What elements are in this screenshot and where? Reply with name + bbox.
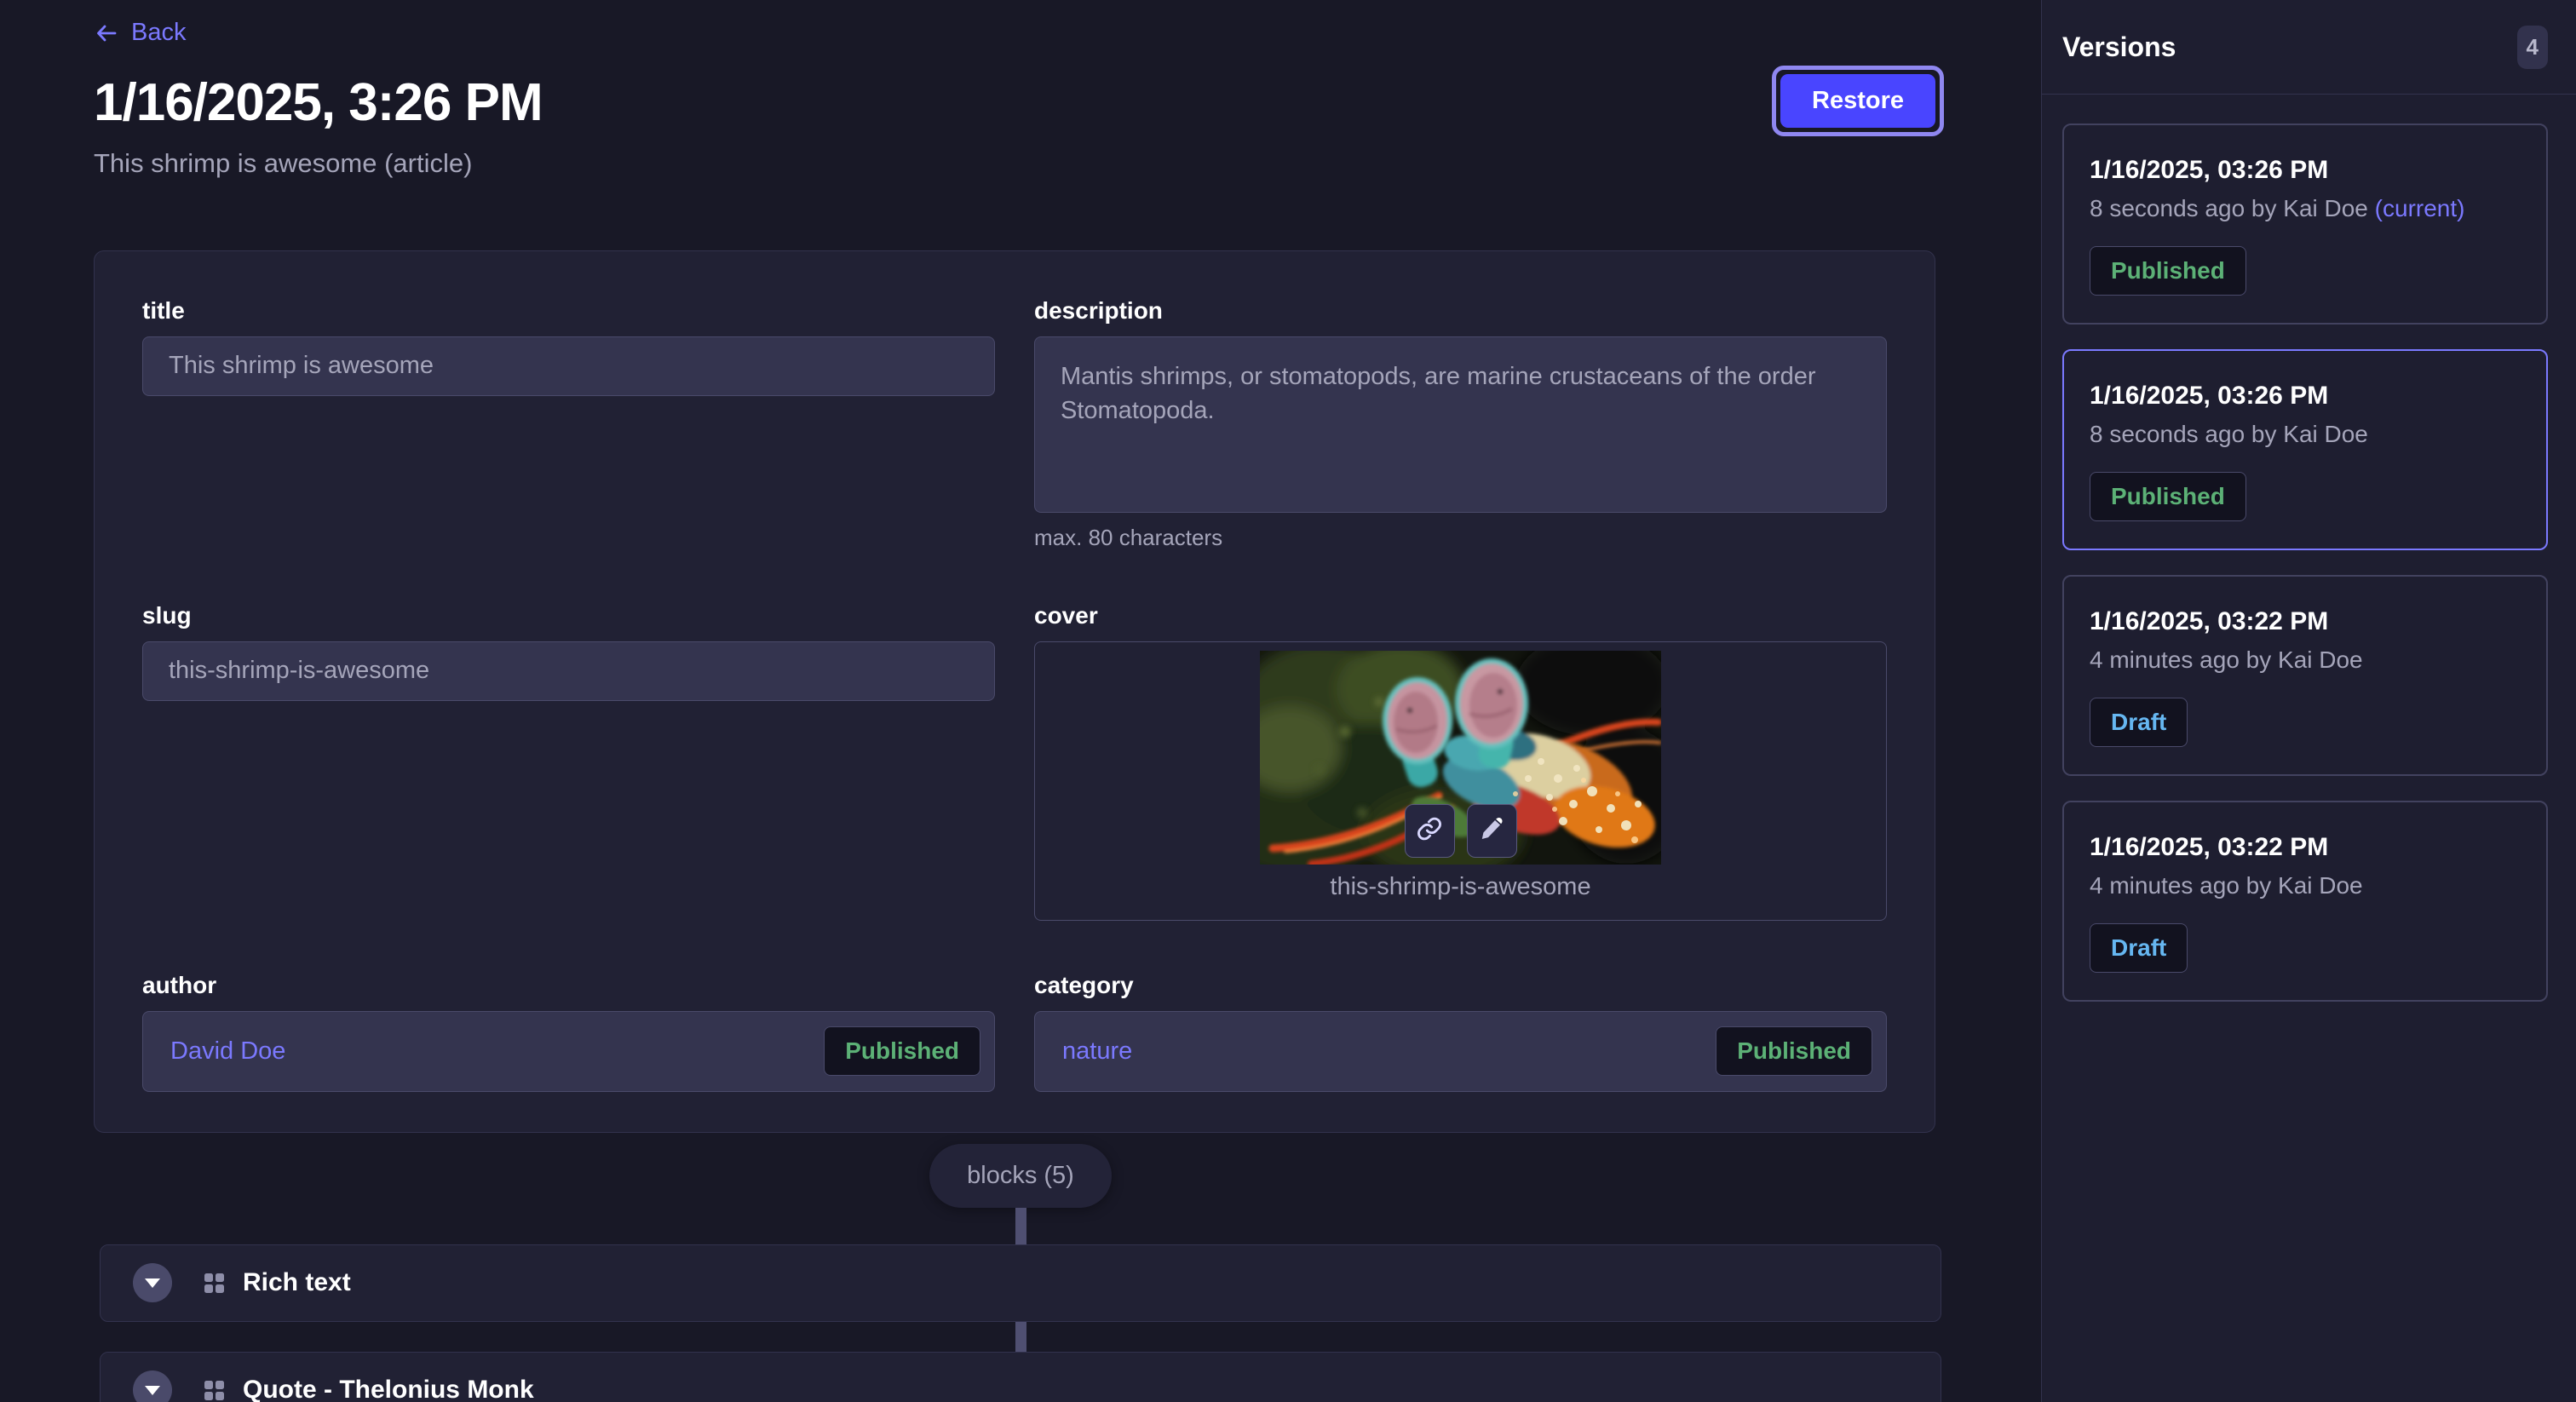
- category-relation-box: nature Published: [1034, 1011, 1887, 1092]
- category-label: category: [1034, 972, 1887, 999]
- block-item-label: Quote - Thelonius Monk: [243, 1376, 534, 1402]
- field-slug: slug this-shrimp-is-awesome: [142, 602, 995, 921]
- description-hint: max. 80 characters: [1034, 525, 1887, 551]
- main-content: Back 1/16/2025, 3:26 PM This shrimp is a…: [0, 0, 2041, 1402]
- cover-media: [1260, 651, 1661, 865]
- versions-sidebar: Versions 4 1/16/2025, 03:26 PM 8 seconds…: [2041, 0, 2576, 1402]
- expand-toggle-button[interactable]: [133, 1370, 172, 1402]
- block-item-label: Rich text: [243, 1268, 351, 1297]
- version-date: 1/16/2025, 03:22 PM: [2090, 833, 2521, 862]
- slug-label: slug: [142, 602, 995, 629]
- version-card[interactable]: 1/16/2025, 03:22 PM 4 minutes ago by Kai…: [2062, 575, 2548, 776]
- restore-button[interactable]: Restore: [1780, 74, 1935, 128]
- back-label[interactable]: Back: [131, 19, 186, 47]
- title-input[interactable]: This shrimp is awesome: [142, 336, 995, 396]
- version-card[interactable]: 1/16/2025, 03:26 PM 8 seconds ago by Kai…: [2062, 124, 2548, 325]
- version-date: 1/16/2025, 03:26 PM: [2090, 382, 2521, 411]
- caret-down-icon: [145, 1386, 160, 1395]
- description-textarea[interactable]: Mantis shrimps, or stomatopods, are mari…: [1034, 336, 1887, 513]
- block-item-rich-text[interactable]: Rich text: [100, 1244, 1941, 1322]
- edit-cover-button[interactable]: [1467, 804, 1517, 858]
- page-title: 1/16/2025, 3:26 PM: [94, 72, 1947, 133]
- blocks-count-pill: blocks (5): [929, 1144, 1112, 1208]
- versions-count-badge: 4: [2517, 26, 2548, 69]
- connector-line: [1015, 1208, 1026, 1244]
- component-grid-icon: [204, 1381, 224, 1400]
- author-status-badge: Published: [824, 1026, 980, 1076]
- version-fields-card: title This shrimp is awesome description…: [94, 250, 1935, 1133]
- block-item-quote[interactable]: Quote - Thelonius Monk: [100, 1352, 1941, 1402]
- component-grid-icon: [204, 1273, 224, 1293]
- blocks-dynamic-zone: blocks (5) Rich text Quote - Thelonius M…: [94, 1144, 1947, 1402]
- copy-link-button[interactable]: [1405, 804, 1455, 858]
- field-title: title This shrimp is awesome: [142, 297, 995, 551]
- cover-box: this-shrimp-is-awesome: [1034, 641, 1887, 921]
- author-relation-box: David Doe Published: [142, 1011, 995, 1092]
- page-subtitle: This shrimp is awesome (article): [94, 148, 1947, 179]
- versions-title: Versions: [2062, 32, 2176, 63]
- back-arrow-icon: [94, 20, 119, 46]
- caret-down-icon: [145, 1278, 160, 1288]
- field-cover: cover: [1034, 602, 1887, 921]
- cover-actions: [1405, 804, 1517, 858]
- category-relation-link[interactable]: nature: [1062, 1037, 1132, 1066]
- version-meta: 4 minutes ago by Kai Doe: [2090, 872, 2521, 899]
- version-status-badge: Draft: [2090, 923, 2188, 973]
- version-status-badge: Published: [2090, 246, 2246, 296]
- slug-input[interactable]: this-shrimp-is-awesome: [142, 641, 995, 701]
- version-status-badge: Published: [2090, 472, 2246, 521]
- title-label: title: [142, 297, 995, 325]
- cover-label: cover: [1034, 602, 1887, 629]
- versions-header: Versions 4: [2042, 0, 2576, 95]
- version-meta: 8 seconds ago by Kai Doe (current): [2090, 195, 2521, 222]
- versions-list: 1/16/2025, 03:26 PM 8 seconds ago by Kai…: [2042, 95, 2576, 1022]
- expand-toggle-button[interactable]: [133, 1263, 172, 1302]
- version-status-badge: Draft: [2090, 698, 2188, 747]
- field-author: author David Doe Published: [142, 972, 995, 1092]
- link-icon: [1416, 815, 1443, 847]
- pencil-icon: [1478, 815, 1505, 847]
- connector-line: [1015, 1322, 1026, 1352]
- back-link[interactable]: Back: [94, 19, 186, 47]
- cover-caption: this-shrimp-is-awesome: [1330, 873, 1590, 901]
- version-card[interactable]: 1/16/2025, 03:22 PM 4 minutes ago by Kai…: [2062, 801, 2548, 1002]
- version-date: 1/16/2025, 03:22 PM: [2090, 607, 2521, 636]
- current-tag: (current): [2375, 195, 2465, 221]
- category-status-badge: Published: [1716, 1026, 1872, 1076]
- field-category: category nature Published: [1034, 972, 1887, 1092]
- version-date: 1/16/2025, 03:26 PM: [2090, 156, 2521, 185]
- version-card-selected[interactable]: 1/16/2025, 03:26 PM 8 seconds ago by Kai…: [2062, 349, 2548, 550]
- description-label: description: [1034, 297, 1887, 325]
- author-relation-link[interactable]: David Doe: [170, 1037, 285, 1066]
- restore-button-focus-ring: Restore: [1772, 66, 1944, 136]
- version-meta: 8 seconds ago by Kai Doe: [2090, 421, 2521, 448]
- field-description: description Mantis shrimps, or stomatopo…: [1034, 297, 1887, 551]
- version-meta: 4 minutes ago by Kai Doe: [2090, 646, 2521, 674]
- author-label: author: [142, 972, 995, 999]
